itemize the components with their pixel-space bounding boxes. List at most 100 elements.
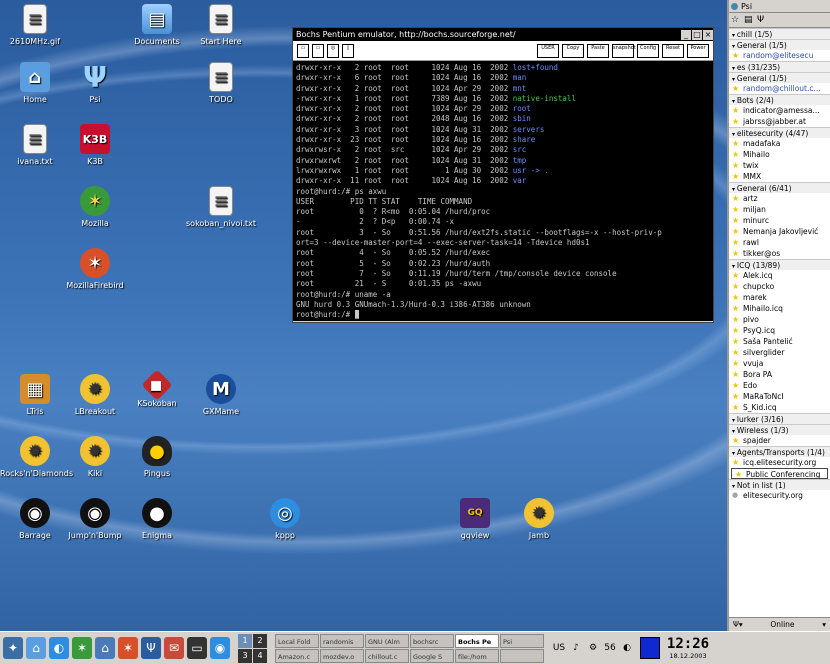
roster-contact[interactable]: Mihailo xyxy=(729,149,830,160)
desktop-icon-k3b[interactable]: K3B K3B xyxy=(60,124,130,166)
taskbar-button[interactable] xyxy=(500,648,544,663)
show-offline-icon[interactable]: ▤ xyxy=(744,15,754,25)
launcher-home2-icon[interactable]: ⌂ xyxy=(95,637,115,659)
desktop-icon-documents[interactable]: ▤ Documents xyxy=(122,4,192,46)
psi-status-bar[interactable]: Ψ▾ Online ▾ xyxy=(729,617,830,631)
clock[interactable]: 12:26 18.12.2003 xyxy=(666,636,710,660)
roster-contact[interactable]: pivo xyxy=(729,314,830,325)
desktop-icon-kppp[interactable]: ◎ kppp xyxy=(250,498,320,540)
taskbar-button[interactable]: Psi xyxy=(500,633,544,648)
roster-group[interactable]: lurker (3/16) xyxy=(729,413,830,424)
launcher-psi-icon[interactable]: Ψ xyxy=(141,637,161,659)
roster-contact[interactable]: chupcko xyxy=(729,281,830,292)
roster-contact[interactable]: Public Conferencing xyxy=(731,468,828,479)
cdrom-icon[interactable]: ◎ xyxy=(327,43,339,58)
network-icon[interactable]: 56 xyxy=(603,641,617,655)
roster-group[interactable]: Not in list (1) xyxy=(729,479,830,490)
taskbar-button[interactable]: bochsrc xyxy=(410,633,454,648)
taskbar-button[interactable]: Local Fold xyxy=(275,633,319,648)
roster-contact[interactable]: tikker@os xyxy=(729,248,830,259)
desktop-icon-kiki[interactable]: ✹ Kiki xyxy=(60,436,130,478)
desktop-icon-sokoban-nivoi[interactable]: ≡ sokoban_nivoi.txt xyxy=(186,186,256,228)
bochs-titlebar[interactable]: Bochs Pentium emulator, http://bochs.sou… xyxy=(293,28,713,41)
launcher-mail-icon[interactable]: ✉ xyxy=(164,637,184,659)
close-button[interactable]: × xyxy=(703,29,713,40)
roster-contact[interactable]: Saša Pantelić xyxy=(729,336,830,347)
launcher-mozilla-icon[interactable]: ✶ xyxy=(72,637,92,659)
taskbar-button[interactable]: randomis xyxy=(320,633,364,648)
bochs-window[interactable]: Bochs Pentium emulator, http://bochs.sou… xyxy=(292,27,714,323)
taskbar-button[interactable]: Google S xyxy=(410,648,454,663)
roster-group[interactable]: General (1/5) xyxy=(729,39,830,50)
roster-contact[interactable]: vvuja xyxy=(729,358,830,369)
roster-contact[interactable]: random@elitesecu xyxy=(729,50,830,61)
roster-contact[interactable]: madafaka xyxy=(729,138,830,149)
launcher-konqueror-icon[interactable]: ◐ xyxy=(49,637,69,659)
minimize-button[interactable]: _ xyxy=(681,29,691,40)
psi-titlebar[interactable]: Psi xyxy=(729,0,830,13)
desktop-icon-2610mhz[interactable]: ≡ 2610MHz.gif xyxy=(0,4,70,46)
status-selector[interactable]: Online xyxy=(770,620,794,629)
roster-contact[interactable]: Alek.icq xyxy=(729,270,830,281)
roster-contact[interactable]: PsyQ.icq xyxy=(729,325,830,336)
roster-contact[interactable]: indicator@amessa... xyxy=(729,105,830,116)
desktop-icon-mozilla[interactable]: ✶ Mozilla xyxy=(60,186,130,228)
desktop-icon-start-here[interactable]: ≡ Start Here xyxy=(186,4,256,46)
roster-group[interactable]: elitesecurity (4/47) xyxy=(729,127,830,138)
roster-contact[interactable]: Bora PA xyxy=(729,369,830,380)
pager-desktop-2[interactable]: 2 xyxy=(253,633,267,648)
desktop-icon-jamb[interactable]: ✹ Jamb xyxy=(504,498,574,540)
taskbar-button[interactable]: Amazon.c xyxy=(275,648,319,663)
roster-contact[interactable]: spajder xyxy=(729,435,830,446)
roster-group[interactable]: Bots (2/4) xyxy=(729,94,830,105)
roster-group[interactable]: General (1/5) xyxy=(729,72,830,83)
roster-contact[interactable]: MaRaToNcI xyxy=(729,391,830,402)
psi-roster-window[interactable]: Psi ☆ ▤ Ψ chill (1/5)General (1/5)random… xyxy=(727,0,830,631)
roster-contact[interactable]: random@chillout.c... xyxy=(729,83,830,94)
show-away-icon[interactable]: Ψ xyxy=(757,15,767,25)
roster-contact[interactable]: Nemanja Jakovljević xyxy=(729,226,830,237)
desktop-icon-todo[interactable]: ≡ TODO xyxy=(186,62,256,104)
floppy-a-icon[interactable]: ▭ xyxy=(297,43,309,58)
roster-contact[interactable]: silverglider xyxy=(729,347,830,358)
roster-contact[interactable]: rawl xyxy=(729,237,830,248)
paste-button[interactable]: Paste xyxy=(587,43,609,58)
keyboard-layout-icon[interactable]: US xyxy=(552,641,566,655)
roster-contact[interactable]: jabrss@jabber.at xyxy=(729,116,830,127)
taskbar-button[interactable]: chillout.c xyxy=(365,648,409,663)
mouse-icon[interactable]: ▯ xyxy=(342,43,354,58)
desktop-icon-psi[interactable]: Ψ Psi xyxy=(60,61,130,105)
snapshot-button[interactable]: snapshot xyxy=(612,43,636,58)
roster-contact[interactable]: twix xyxy=(729,160,830,171)
psi-menu-icon[interactable]: Ψ▾ xyxy=(733,620,743,629)
roster-account[interactable]: es (31/235) xyxy=(729,61,830,72)
desktop-icon-mozillafirebird[interactable]: ✶ MozillaFirebird xyxy=(60,248,130,290)
copy-button[interactable]: Copy xyxy=(562,43,584,58)
roster-contact[interactable]: MMX xyxy=(729,171,830,182)
add-contact-icon[interactable]: ☆ xyxy=(731,15,741,25)
roster-contact[interactable]: artz xyxy=(729,193,830,204)
reset-button[interactable]: Reset xyxy=(662,43,684,58)
roster-group[interactable]: ICQ (13/89) xyxy=(729,259,830,270)
roster-contact[interactable]: marek xyxy=(729,292,830,303)
launcher-home-icon[interactable]: ⌂ xyxy=(26,637,46,659)
roster-group[interactable]: General (6/41) xyxy=(729,182,830,193)
clipboard-icon[interactable]: ◐ xyxy=(620,641,634,655)
settings-icon[interactable]: ⚙ xyxy=(586,641,600,655)
roster-contact[interactable]: Edo xyxy=(729,380,830,391)
roster-contact[interactable]: minurc xyxy=(729,215,830,226)
pager-desktop-3[interactable]: 3 xyxy=(238,648,252,663)
desktop-icon-pingus[interactable]: ● Pingus xyxy=(122,436,192,478)
desktop-icon-jump-n-bump[interactable]: ◉ Jump'n'Bump xyxy=(60,498,130,540)
launcher-browser-icon[interactable]: ◉ xyxy=(210,637,230,659)
taskbar-button[interactable]: file:/hom xyxy=(455,648,499,663)
power-button[interactable]: Power xyxy=(687,43,709,58)
pager-desktop-1[interactable]: 1 xyxy=(238,633,252,648)
terminal-screen[interactable]: drwxr-xr-x 2 root root 1024 Aug 16 2002 … xyxy=(293,61,713,321)
roster-group[interactable]: Agents/Transports (1/4) xyxy=(729,446,830,457)
user-button[interactable]: USER xyxy=(537,43,559,58)
desktop-icon-gxmame[interactable]: M GXMame xyxy=(186,374,256,416)
taskbar-button[interactable]: Bochs Pe xyxy=(455,633,499,648)
launcher-kmenu-icon[interactable]: ✦ xyxy=(3,637,23,659)
desktop-icon-enigma[interactable]: ● Enigma xyxy=(122,498,192,540)
